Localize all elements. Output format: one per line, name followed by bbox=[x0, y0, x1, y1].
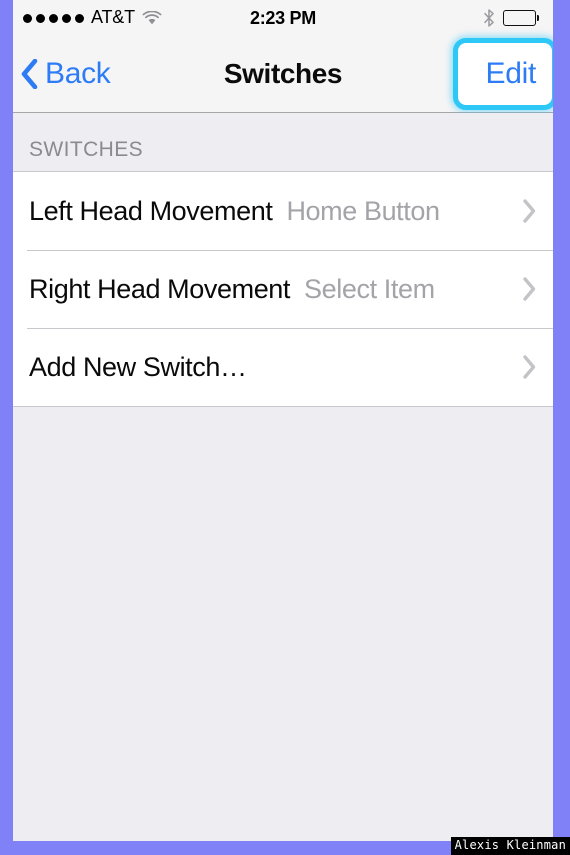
phone-frame: AT&T 2:23 PM Back Switches Edit SWITCHES… bbox=[0, 0, 570, 855]
photo-credit: Alexis Kleinman bbox=[450, 837, 570, 855]
chevron-right-icon bbox=[522, 198, 537, 224]
switches-list: Left Head Movement Home Button Right Hea… bbox=[13, 171, 553, 407]
list-item-value: Home Button bbox=[286, 195, 440, 226]
list-item-title: Add New Switch… bbox=[29, 351, 247, 382]
signal-dot bbox=[49, 13, 58, 23]
status-bar-right bbox=[483, 9, 539, 27]
signal-dot bbox=[23, 13, 32, 23]
bluetooth-icon bbox=[483, 9, 495, 27]
settings-content: SWITCHES Left Head Movement Home Button … bbox=[13, 113, 553, 841]
navigation-bar: Back Switches Edit bbox=[13, 36, 553, 113]
list-item-left-head-movement[interactable]: Left Head Movement Home Button bbox=[13, 172, 553, 250]
carrier-label: AT&T bbox=[91, 7, 135, 27]
signal-strength-dots bbox=[23, 13, 84, 23]
edit-button[interactable]: Edit bbox=[453, 38, 553, 110]
phone-screen: AT&T 2:23 PM Back Switches Edit SWITCHES… bbox=[13, 0, 553, 841]
status-bar: AT&T 2:23 PM bbox=[13, 0, 553, 36]
list-item-add-new-switch[interactable]: Add New Switch… bbox=[13, 328, 553, 406]
list-item-right-head-movement[interactable]: Right Head Movement Select Item bbox=[13, 250, 553, 328]
section-header-switches: SWITCHES bbox=[29, 138, 144, 161]
list-item-title: Left Head Movement bbox=[29, 195, 273, 226]
edit-button-label: Edit bbox=[485, 57, 537, 90]
wifi-icon bbox=[142, 10, 162, 26]
battery-full-icon bbox=[502, 10, 539, 26]
list-item-title: Right Head Movement bbox=[29, 273, 291, 304]
list-item-value: Select Item bbox=[304, 273, 435, 304]
chevron-right-icon bbox=[522, 354, 537, 380]
chevron-right-icon bbox=[522, 276, 537, 302]
signal-dot bbox=[75, 13, 84, 23]
battery-cap bbox=[536, 15, 539, 21]
signal-dot bbox=[36, 13, 45, 23]
status-bar-left: AT&T bbox=[23, 7, 162, 27]
signal-dot bbox=[62, 13, 71, 23]
battery-body bbox=[502, 10, 536, 26]
